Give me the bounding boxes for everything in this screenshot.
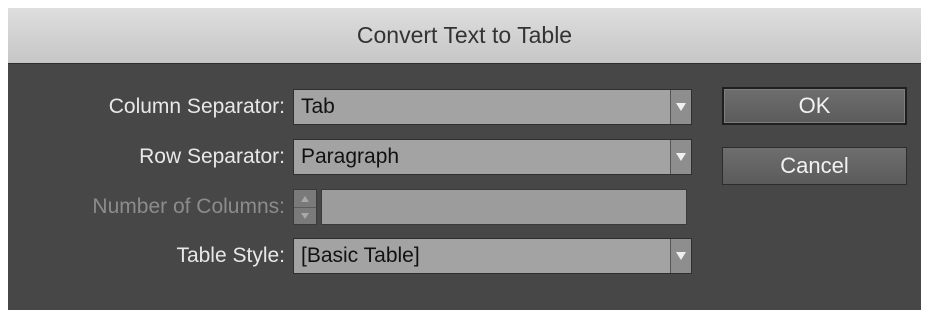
stepper-down-icon[interactable] xyxy=(294,207,316,224)
stepper-up-icon[interactable] xyxy=(294,190,316,208)
number-of-columns-label: Number of Columns: xyxy=(92,195,285,218)
table-style-value: [Basic Table] xyxy=(301,244,420,267)
column-separator-value: Tab xyxy=(301,95,335,118)
number-of-columns-stepper[interactable] xyxy=(293,189,317,225)
chevron-down-icon[interactable] xyxy=(670,239,691,273)
ok-button[interactable]: OK xyxy=(722,87,907,125)
row-separator-dropdown[interactable]: Paragraph xyxy=(293,139,692,175)
table-style-dropdown[interactable]: [Basic Table] xyxy=(293,238,692,274)
column-separator-dropdown[interactable]: Tab xyxy=(293,89,692,125)
dialog-title: Convert Text to Table xyxy=(356,22,573,48)
cancel-button[interactable]: Cancel xyxy=(722,147,907,185)
convert-text-to-table-dialog: Convert Text to Table Column Separator: … xyxy=(8,8,921,310)
dialog-titlebar[interactable]: Convert Text to Table xyxy=(8,8,921,64)
table-style-label: Table Style: xyxy=(176,244,285,267)
column-separator-label: Column Separator: xyxy=(108,95,285,118)
row-separator-value: Paragraph xyxy=(301,145,400,168)
chevron-down-icon[interactable] xyxy=(670,140,691,174)
chevron-down-icon[interactable] xyxy=(670,90,691,124)
number-of-columns-input[interactable] xyxy=(321,189,687,225)
row-separator-label: Row Separator: xyxy=(139,145,285,168)
